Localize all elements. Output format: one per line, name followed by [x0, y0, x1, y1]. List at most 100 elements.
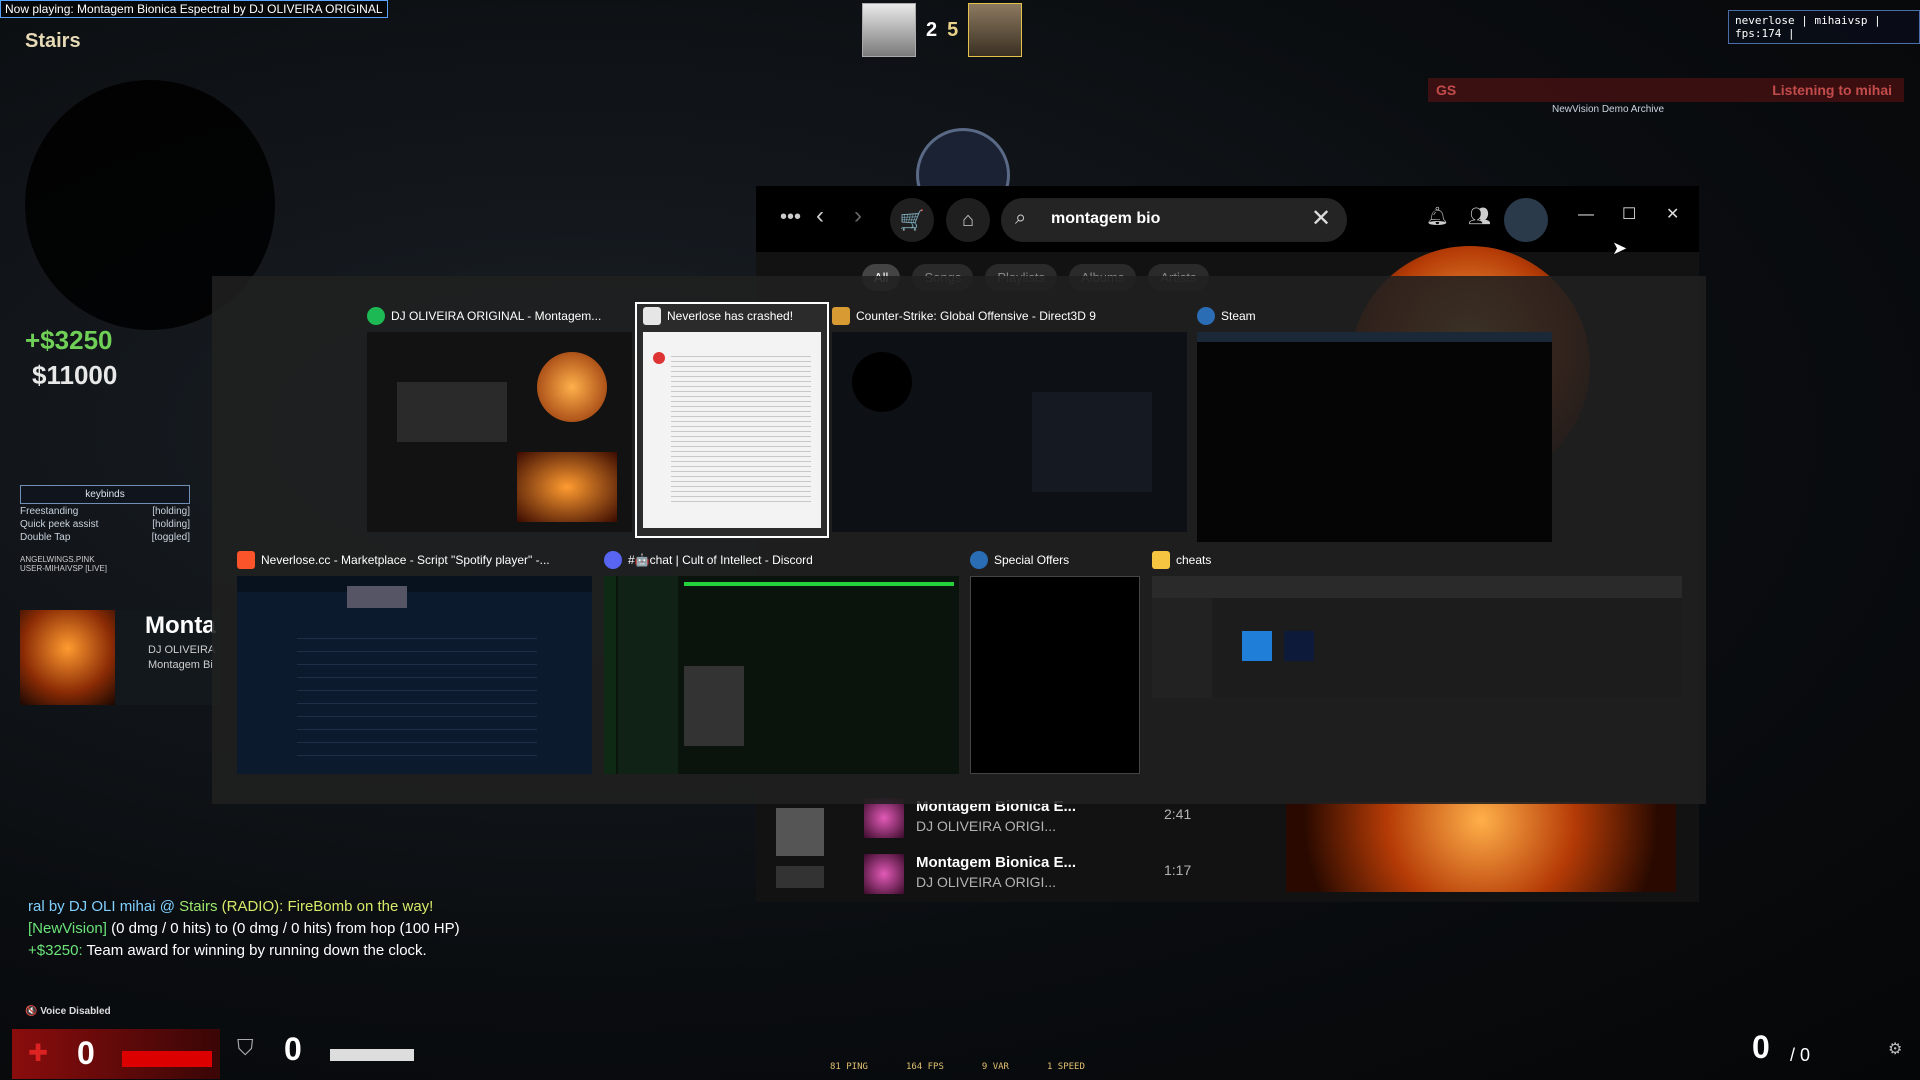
- song-art: [864, 798, 904, 838]
- window-tile-csgo[interactable]: Counter-Strike: Global Offensive - Direc…: [832, 304, 1187, 534]
- muted-speaker-icon: 🔇: [25, 1006, 38, 1017]
- tile-title: Special Offers: [994, 553, 1070, 567]
- minimize-icon[interactable]: —: [1578, 206, 1594, 224]
- tile-title: cheats: [1176, 553, 1212, 567]
- speed-stat: 1 SPEED: [1046, 1062, 1085, 1072]
- nl-badge: GS: [1436, 82, 1457, 98]
- spectator-bar: GS Listening to mihai: [1428, 78, 1904, 102]
- tile-thumbnail: [832, 332, 1187, 532]
- tile-title: #🤖chat | Cult of Intellect - Discord: [628, 553, 813, 567]
- more-icon[interactable]: •••: [780, 206, 801, 229]
- tile-thumbnail: [367, 332, 632, 532]
- forward-icon[interactable]: ›: [854, 202, 862, 230]
- tile-thumbnail: [970, 576, 1140, 774]
- window-tile-crash[interactable]: Neverlose has crashed!: [635, 302, 829, 538]
- song-row[interactable]: Montagem Bionica E... DJ OLIVEIRA ORIGI.…: [864, 798, 1194, 842]
- tile-thumbnail: [604, 576, 959, 774]
- song-duration: 2:41: [1164, 806, 1192, 822]
- cheat-watermark: neverlose | mihaivsp | fps:174 |: [1728, 10, 1920, 44]
- money-delta: +$3250: [25, 325, 113, 355]
- chat-sender: [NewVision]: [28, 920, 107, 937]
- close-icon[interactable]: ✕: [1666, 204, 1679, 224]
- window-tile-spotify[interactable]: DJ OLIVEIRA ORIGINAL - Montagem...: [367, 304, 632, 534]
- health-panel: ✚ 0: [12, 1029, 220, 1079]
- album-art: [20, 610, 115, 705]
- spectator-entry: USER-MIHAIVSP [LIVE]: [20, 564, 107, 573]
- voice-status: 🔇 Voice Disabled: [25, 1006, 111, 1017]
- search-icon: ⌕: [1015, 207, 1027, 229]
- tile-title: Steam: [1221, 309, 1256, 323]
- health-cross-icon: ✚: [28, 1040, 49, 1067]
- search-value: montagem bio: [1051, 210, 1161, 227]
- spectator-list: ANGELWINGS.PINK USER-MIHAIVSP [LIVE]: [20, 555, 107, 573]
- tile-thumbnail: [237, 576, 592, 774]
- clear-search-icon[interactable]: ✕: [1311, 204, 1331, 233]
- search-input[interactable]: ⌕ montagem bio ✕: [1001, 198, 1347, 242]
- spotify-icon: [367, 307, 385, 325]
- chat-message: (0 dmg / 0 hits) to (0 dmg / 0 hits) fro…: [106, 920, 460, 937]
- chat-line: ral by DJ OLI mihai @ Stairs (RADIO): Fi…: [28, 896, 460, 918]
- steam-icon: [1197, 307, 1215, 325]
- tile-header: Special Offers: [970, 548, 1069, 572]
- album-banner: [1286, 802, 1676, 892]
- fps-stat: 164 FPS: [905, 1062, 944, 1072]
- keybind-row: Double Tap [toggled]: [20, 532, 190, 543]
- back-icon[interactable]: ‹: [816, 202, 824, 230]
- maximize-icon[interactable]: ☐: [1622, 204, 1636, 224]
- widget-album: Montagem Bi: [148, 659, 213, 671]
- tile-header: Counter-Strike: Global Offensive - Direc…: [832, 304, 1096, 328]
- now-playing-text: Now playing: Montagem Bionica Espectral …: [0, 0, 388, 18]
- map-name: Stairs: [25, 30, 81, 52]
- chat-line: +$3250: Team award for winning by runnin…: [28, 940, 460, 962]
- folder-icon: [1152, 551, 1170, 569]
- friends-icon[interactable]: 👥︎: [1468, 206, 1491, 227]
- keybind-row: Freestanding [holding]: [20, 506, 190, 517]
- voice-status-text: Voice Disabled: [40, 1006, 111, 1017]
- home-icon[interactable]: ⌂: [946, 198, 990, 242]
- keybinds-title: keybinds: [20, 485, 190, 504]
- spotify-widget: Monta DJ OLIVEIRA Montagem Bi: [20, 610, 220, 705]
- tile-thumbnail: [643, 332, 821, 528]
- window-tile-discord[interactable]: #🤖chat | Cult of Intellect - Discord: [604, 548, 959, 778]
- cart-icon[interactable]: 🛒: [890, 198, 934, 242]
- spectator-entry: ANGELWINGS.PINK: [20, 555, 95, 564]
- tile-header: Neverlose.cc - Marketplace - Script "Spo…: [237, 548, 550, 572]
- playlist-cover[interactable]: [776, 866, 824, 888]
- song-artist: DJ OLIVEIRA ORIGI...: [916, 818, 1057, 834]
- window-switcher: DJ OLIVEIRA ORIGINAL - Montagem... Never…: [212, 276, 1706, 804]
- tile-header: DJ OLIVEIRA ORIGINAL - Montagem...: [367, 304, 601, 328]
- chat-message: (RADIO): FireBomb on the way!: [217, 898, 434, 915]
- steam-icon: [970, 551, 988, 569]
- playlist-cover[interactable]: [776, 808, 824, 856]
- t-score: 5: [947, 18, 959, 41]
- app-icon: [643, 307, 661, 325]
- tile-title: Neverlose has crashed!: [667, 309, 794, 323]
- csgo-icon: [832, 307, 850, 325]
- song-title: Montagem Bionica E...: [916, 854, 1077, 871]
- game-chat: ral by DJ OLI mihai @ Stairs (RADIO): Fi…: [28, 896, 460, 962]
- keybind-name: Freestanding: [20, 506, 79, 517]
- widget-artist: DJ OLIVEIRA: [148, 644, 216, 656]
- tile-title: Counter-Strike: Global Offensive - Direc…: [856, 309, 1096, 323]
- tile-title: Neverlose.cc - Marketplace - Script "Spo…: [261, 553, 550, 567]
- money-total: $11000: [32, 360, 118, 390]
- avatar[interactable]: [1504, 198, 1548, 242]
- keybind-state: [toggled]: [151, 532, 190, 543]
- spectator-status: Listening to mihai: [1772, 82, 1892, 98]
- armor-bar: [330, 1049, 414, 1061]
- tile-header: #🤖chat | Cult of Intellect - Discord: [604, 548, 813, 572]
- window-tile-steam[interactable]: Steam: [1197, 304, 1552, 542]
- health-value: 0: [77, 1035, 95, 1071]
- song-duration: 1:17: [1164, 862, 1192, 878]
- song-row[interactable]: Montagem Bionica E... DJ OLIVEIRA ORIGI.…: [864, 854, 1194, 898]
- window-tile-browser[interactable]: Neverlose.cc - Marketplace - Script "Spo…: [237, 548, 592, 778]
- discord-icon: [604, 551, 622, 569]
- chat-sender: +$3250:: [28, 942, 83, 959]
- window-tile-explorer[interactable]: cheats: [1152, 548, 1682, 698]
- tile-title: DJ OLIVEIRA ORIGINAL - Montagem...: [391, 309, 602, 323]
- tile-thumbnail: [1197, 332, 1552, 542]
- keybind-row: Quick peek assist [holding]: [20, 519, 190, 530]
- window-tile-offers[interactable]: Special Offers: [970, 548, 1140, 778]
- bell-icon[interactable]: 🔔︎: [1426, 206, 1449, 227]
- net-stats: 81 PING 164 FPS 9 VAR 1 SPEED: [830, 1062, 1085, 1072]
